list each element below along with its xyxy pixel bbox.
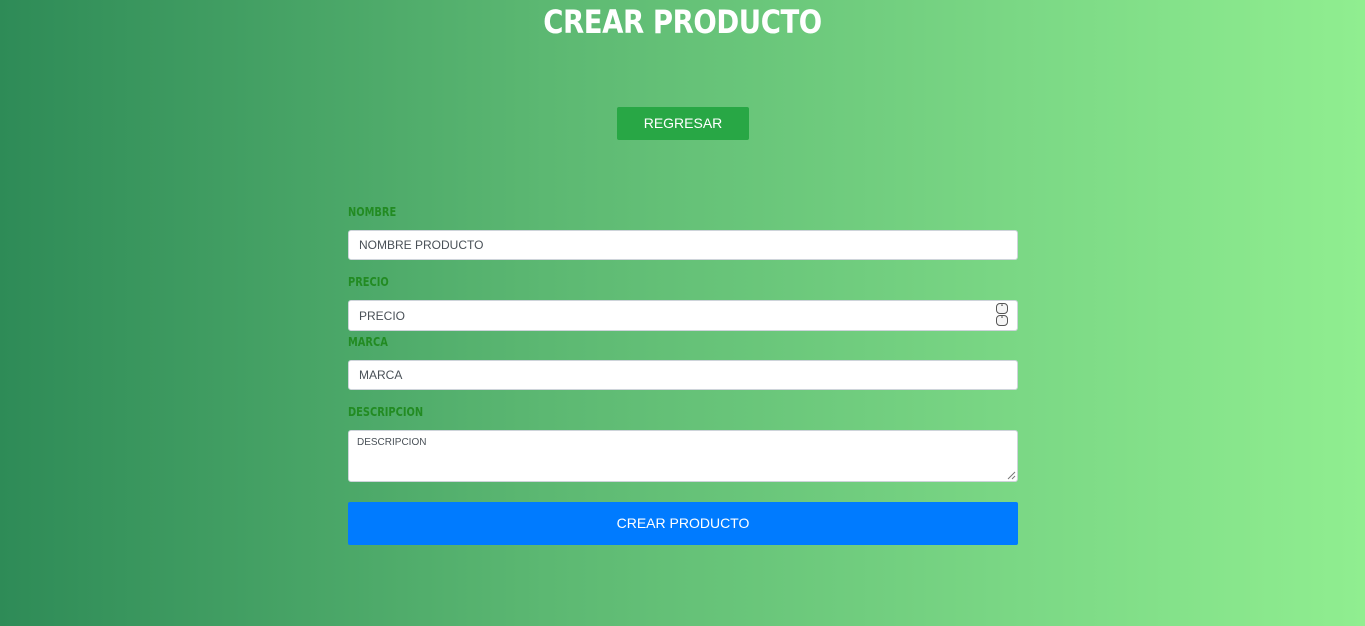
resize-grip-icon[interactable] (1007, 471, 1016, 480)
descripcion-textarea[interactable] (348, 430, 1018, 482)
nombre-label: NOMBRE (348, 205, 397, 219)
nombre-input[interactable] (348, 230, 1018, 260)
marca-label: MARCA (348, 335, 388, 349)
back-button[interactable]: REGRESAR (617, 107, 749, 140)
precio-spinner[interactable]: ˄ ˅ (996, 303, 1008, 326)
chevron-up-icon[interactable]: ˄ (996, 303, 1008, 314)
precio-input[interactable] (348, 300, 1018, 331)
descripcion-field (348, 430, 1018, 482)
page-title: CREAR PRODUCTO (543, 3, 822, 41)
precio-field: ˄ ˅ (348, 300, 1018, 331)
crear-producto-button[interactable]: CREAR PRODUCTO (348, 502, 1018, 545)
marca-input[interactable] (348, 360, 1018, 390)
precio-label: PRECIO (348, 275, 389, 289)
descripcion-label: DESCRIPCION (348, 405, 424, 419)
chevron-down-icon[interactable]: ˅ (996, 315, 1008, 326)
